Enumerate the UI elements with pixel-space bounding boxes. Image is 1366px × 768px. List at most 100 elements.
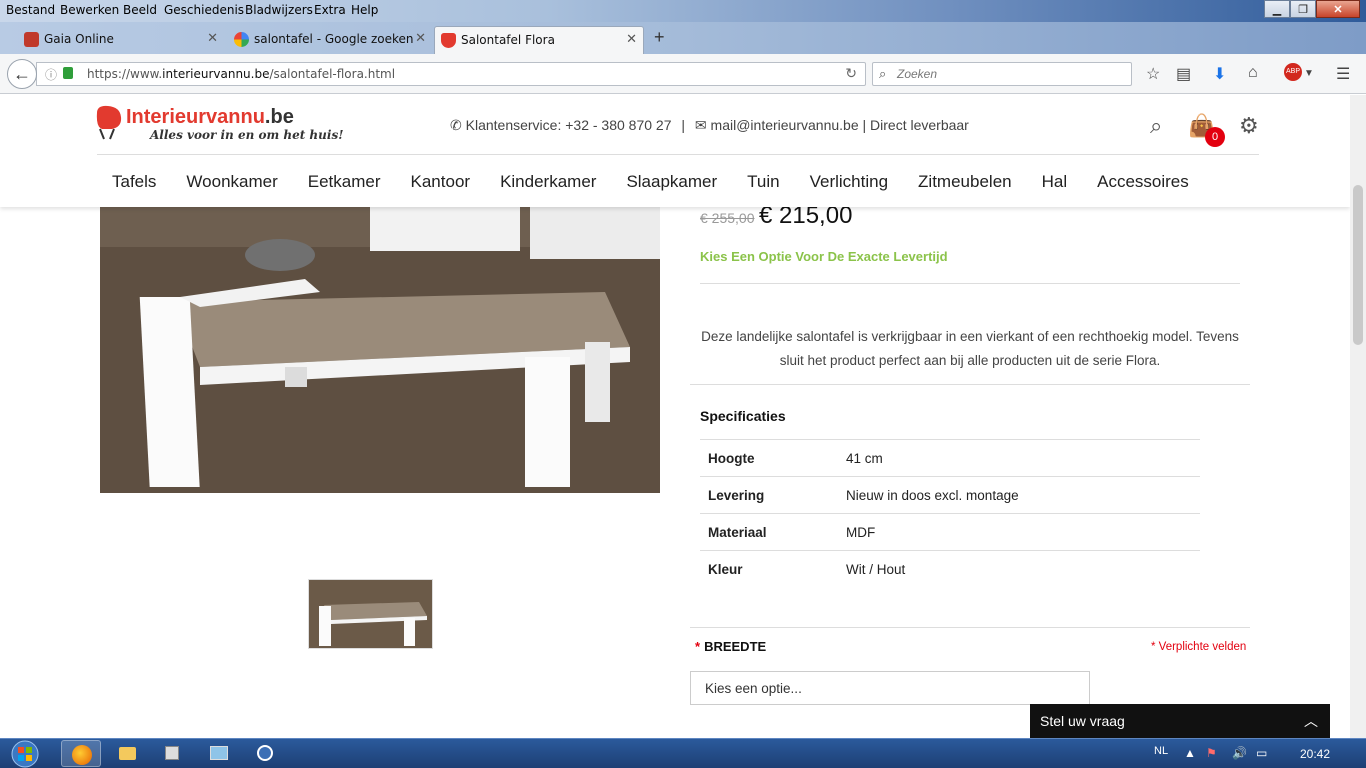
lead-time-notice: Kies Een Optie Voor De Exacte Levertijd: [700, 249, 948, 264]
network-app-taskbar-icon[interactable]: [153, 740, 193, 767]
spec-value: 41 cm: [846, 439, 1200, 477]
language-indicator[interactable]: NL: [1154, 745, 1168, 757]
new-tab-icon[interactable]: +: [654, 27, 665, 48]
gaia-favicon-icon: [24, 32, 39, 47]
nav-kantoor[interactable]: Kantoor: [411, 172, 471, 192]
info-icon[interactable]: ⓘ: [45, 66, 57, 83]
clock[interactable]: 20:42: [1300, 747, 1330, 761]
chat-widget[interactable]: Stel uw vraag ︿: [1030, 704, 1330, 738]
network-icon[interactable]: ▭: [1256, 746, 1267, 760]
chair-logo-icon[interactable]: [94, 105, 124, 141]
nav-zitmeubelen[interactable]: Zitmeubelen: [918, 172, 1012, 192]
volume-icon[interactable]: 🔊: [1232, 746, 1247, 760]
spec-row: Levering Nieuw in doos excl. montage: [700, 476, 1200, 514]
nav-hal[interactable]: Hal: [1042, 172, 1068, 192]
window-controls: ▁ ❐ ✕: [1264, 0, 1360, 18]
home-icon[interactable]: ⌂: [1248, 64, 1258, 82]
settings-gear-icon[interactable]: ⚙: [1239, 113, 1259, 139]
tab-salontafel-flora[interactable]: Salontafel Flora ✕: [434, 26, 644, 54]
site-logo-text[interactable]: Interieurvannu.be: [126, 106, 294, 129]
spec-key: Levering: [700, 476, 846, 514]
email-text[interactable]: mail@interieurvannu.be | Direct leverbaa…: [711, 117, 969, 133]
product-thumbnail[interactable]: [308, 579, 433, 649]
menu-help[interactable]: Help: [351, 3, 378, 17]
scrollbar-thumb[interactable]: [1353, 185, 1363, 345]
back-button[interactable]: ←: [7, 59, 37, 89]
menu-geschiedenis[interactable]: Geschiedenis: [164, 3, 244, 17]
tab-title: salontafel - Google zoeken: [254, 32, 414, 46]
nav-eetkamer[interactable]: Eetkamer: [308, 172, 381, 192]
menu-bar: Bestand Bewerken Beeld Geschiedenis Blad…: [0, 0, 1366, 22]
spec-row: Hoogte 41 cm: [700, 439, 1200, 477]
nav-slaapkamer[interactable]: Slaapkamer: [626, 172, 717, 192]
specifications-title: Specificaties: [700, 408, 786, 424]
nav-accessoires[interactable]: Accessoires: [1097, 172, 1189, 192]
url-bar[interactable]: ⓘ https://www.interieurvannu.be/salontaf…: [36, 62, 866, 86]
chevron-down-icon[interactable]: ▼: [1304, 68, 1314, 79]
maximize-button[interactable]: ❐: [1290, 0, 1316, 18]
product-main-image[interactable]: [100, 207, 660, 493]
main-navigation: Tafels Woonkamer Eetkamer Kantoor Kinder…: [112, 172, 1219, 192]
width-option-select[interactable]: Kies een optie...: [690, 671, 1090, 705]
contact-info: ✆ Klantenservice: +32 - 380 870 27 | ✉ m…: [450, 117, 969, 134]
select-placeholder: Kies een optie...: [705, 681, 802, 696]
close-window-button[interactable]: ✕: [1316, 0, 1360, 18]
close-tab-icon[interactable]: ✕: [415, 26, 426, 52]
bookmark-star-icon[interactable]: ☆: [1146, 64, 1160, 84]
menu-bestand[interactable]: Bestand: [6, 3, 55, 17]
spec-key: Hoogte: [700, 439, 846, 477]
download-icon[interactable]: ⬇: [1213, 64, 1226, 84]
old-price: € 255,00: [700, 210, 755, 226]
width-option-label: * BREEDTE: [695, 639, 767, 654]
menu-beeld[interactable]: Beeld: [123, 3, 157, 17]
spec-row: Materiaal MDF: [700, 513, 1200, 551]
tab-google-search[interactable]: salontafel - Google zoeken ✕: [228, 26, 432, 54]
spec-row: Kleur Wit / Hout: [700, 550, 1200, 588]
spec-value: Nieuw in doos excl. montage: [846, 476, 1200, 514]
tab-title: Salontafel Flora: [461, 33, 555, 47]
logo-tagline: Alles voor in en om het huis!: [150, 128, 344, 142]
product-description: Deze landelijke salontafel is verkrijgba…: [701, 329, 1239, 368]
menu-bladwijzers[interactable]: Bladwijzers: [245, 3, 313, 17]
spec-key: Kleur: [700, 550, 846, 588]
nav-tafels[interactable]: Tafels: [112, 172, 156, 192]
firefox-taskbar-icon[interactable]: [61, 740, 101, 767]
nav-verlichting[interactable]: Verlichting: [810, 172, 888, 192]
show-hidden-icons-icon[interactable]: ▲: [1184, 746, 1196, 760]
web-page: Interieurvannu.be Alles voor in en om he…: [0, 95, 1350, 738]
chat-label: Stel uw vraag: [1040, 713, 1125, 729]
nav-tuin[interactable]: Tuin: [747, 172, 779, 192]
nav-woonkamer[interactable]: Woonkamer: [186, 172, 277, 192]
tab-gaia-online[interactable]: Gaia Online ✕: [18, 26, 224, 54]
explorer-taskbar-icon[interactable]: [107, 740, 147, 767]
close-tab-icon[interactable]: ✕: [626, 27, 637, 53]
action-center-icon[interactable]: ⚑: [1206, 746, 1217, 760]
menu-extra[interactable]: Extra: [314, 3, 346, 17]
search-bar[interactable]: ⌕ Zoeken: [872, 62, 1132, 86]
menu-bewerken[interactable]: Bewerken: [60, 3, 119, 17]
window-switcher-taskbar-icon[interactable]: [199, 740, 239, 767]
divider: [690, 627, 1250, 628]
specifications-table: Hoogte 41 cm Levering Nieuw in doos excl…: [700, 439, 1200, 588]
spec-value: MDF: [846, 513, 1200, 551]
adblock-plus-icon[interactable]: ABP: [1284, 63, 1302, 81]
hamburger-menu-icon[interactable]: ☰: [1336, 64, 1350, 84]
divider: [700, 283, 1240, 284]
customer-service-text: Klantenservice: +32 - 380 870 27: [465, 117, 672, 133]
url-text: https://www.interieurvannu.be/salontafel…: [87, 67, 396, 81]
phone-icon: ✆: [450, 117, 462, 133]
spec-value: Wit / Hout: [846, 550, 1200, 588]
reload-icon[interactable]: ↻: [845, 65, 857, 82]
nav-kinderkamer[interactable]: Kinderkamer: [500, 172, 596, 192]
search-icon[interactable]: ⌕: [1150, 113, 1162, 139]
close-tab-icon[interactable]: ✕: [207, 26, 218, 52]
mail-icon: ✉: [694, 117, 707, 133]
spec-key: Materiaal: [700, 513, 846, 551]
minimize-button[interactable]: ▁: [1264, 0, 1290, 18]
site-header: Interieurvannu.be Alles voor in en om he…: [0, 95, 1350, 207]
start-button[interactable]: [6, 739, 44, 768]
header-divider: [97, 154, 1259, 155]
app-taskbar-icon[interactable]: [245, 740, 285, 767]
chevron-up-icon[interactable]: ︿: [1304, 711, 1318, 731]
reading-list-icon[interactable]: ▤: [1176, 64, 1191, 84]
